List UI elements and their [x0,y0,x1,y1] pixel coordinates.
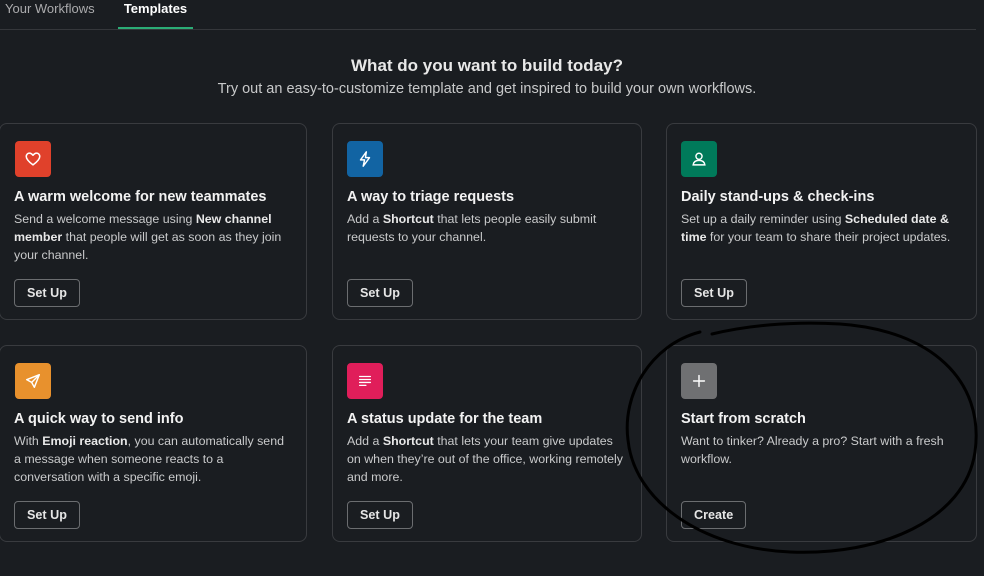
desc-text: for your team to share their project upd… [706,230,951,244]
desc-emphasis: Emoji reaction [42,434,128,448]
page-subtitle: Try out an easy-to-customize template an… [217,81,757,97]
card-description: Add a Shortcut that lets people easily s… [347,210,627,246]
desc-text: Add a [347,212,383,226]
template-card-send-info: A quick way to send info With Emoji reac… [0,345,307,542]
desc-text: Want to tinker? Already a pro? Start wit… [681,434,944,466]
set-up-button[interactable]: Set Up [14,279,80,307]
card-title: A way to triage requests [347,189,515,205]
desc-text: Add a [347,434,383,448]
card-description: Add a Shortcut that lets your team give … [347,432,627,486]
card-title: Start from scratch [681,411,806,427]
card-description: Send a welcome message using New channel… [14,210,292,264]
set-up-button[interactable]: Set Up [347,501,413,529]
lightning-icon [347,141,383,177]
plus-icon [681,363,717,399]
workflow-builder-page: Your Workflows Templates What do you wan… [0,0,984,576]
card-title: A quick way to send info [14,411,184,427]
desc-emphasis: Shortcut [382,212,434,226]
set-up-button[interactable]: Set Up [347,279,413,307]
card-description: Want to tinker? Already a pro? Start wit… [681,432,962,468]
desc-text: Send a welcome message using [14,212,196,226]
card-title: Daily stand-ups & check-ins [681,189,875,205]
template-card-welcome: A warm welcome for new teammates Send a … [0,123,307,320]
tab-your-workflows[interactable]: Your Workflows [5,0,95,29]
paper-plane-icon [15,363,51,399]
template-card-standups: Daily stand-ups & check-ins Set up a dai… [666,123,977,320]
card-title: A status update for the team [347,411,543,427]
desc-emphasis: Shortcut [382,434,434,448]
page-title: What do you want to build today? [351,56,623,75]
template-card-status-update: A status update for the team Add a Short… [332,345,642,542]
tab-bar: Your Workflows Templates [0,0,976,30]
desc-text: With [14,434,43,448]
tab-templates[interactable]: Templates [118,0,193,29]
card-description: With Emoji reaction, you can automatical… [14,432,292,486]
card-description: Set up a daily reminder using Scheduled … [681,210,962,246]
list-icon [347,363,383,399]
card-title: A warm welcome for new teammates [14,189,267,205]
heart-icon [15,141,51,177]
person-icon [681,141,717,177]
create-button[interactable]: Create [681,501,747,529]
template-card-triage: A way to triage requests Add a Shortcut … [332,123,642,320]
desc-text: Set up a daily reminder using [681,212,845,226]
template-card-start-from-scratch: Start from scratch Want to tinker? Alrea… [666,345,977,542]
set-up-button[interactable]: Set Up [681,279,747,307]
set-up-button[interactable]: Set Up [14,501,80,529]
